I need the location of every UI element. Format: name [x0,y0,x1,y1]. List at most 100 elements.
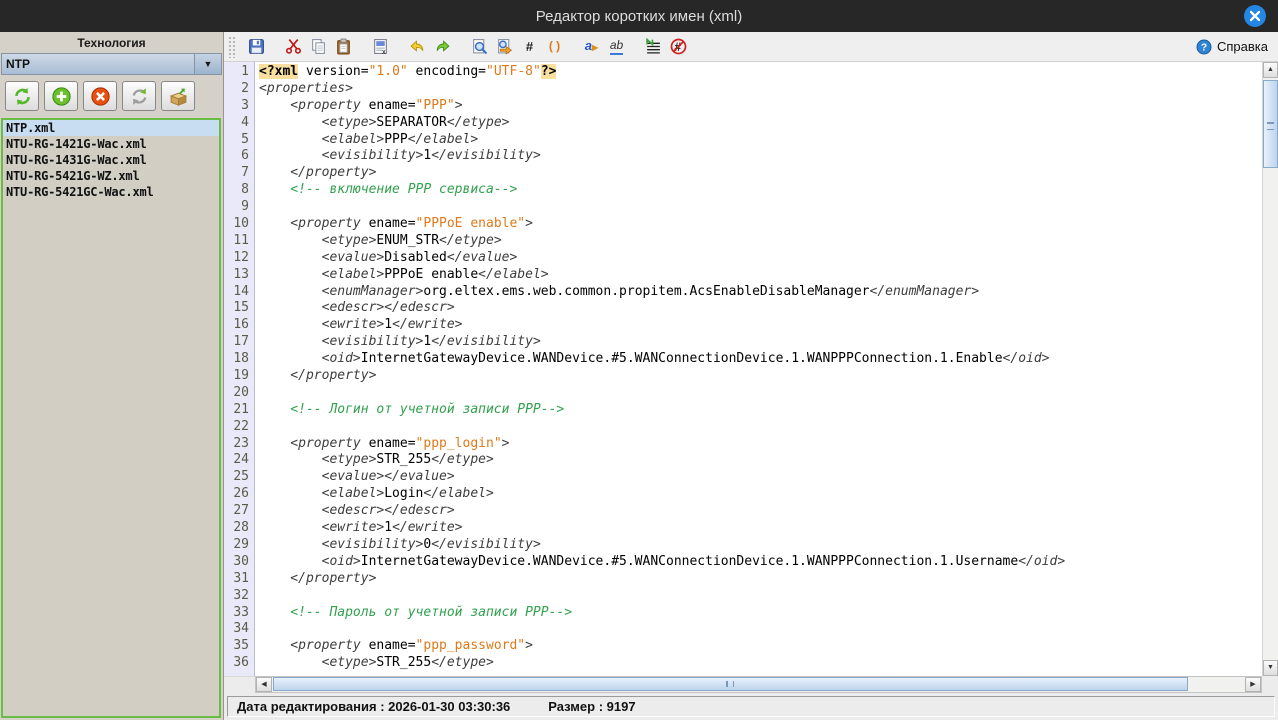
line-number: 22 [224,419,254,436]
line-number: 16 [224,317,254,334]
line-number: 18 [224,351,254,368]
select-all-icon: x [372,38,389,55]
line-number: 31 [224,571,254,588]
code-line: <etype>SEPARATOR</etype> [259,115,1262,132]
no-hash-icon: # [670,38,687,55]
no-hash-button[interactable]: # [667,35,690,59]
redo-button[interactable] [431,35,454,59]
lowercase-button[interactable]: a▶ [580,35,603,59]
titlebar[interactable]: Редактор коротких имен (xml) [0,0,1278,32]
line-number: 24 [224,452,254,469]
horizontal-scroll-track[interactable] [272,677,1245,692]
list-item[interactable]: NTU-RG-5421GC-Wac.xml [3,184,219,200]
save-button[interactable] [245,35,268,59]
line-number: 9 [224,199,254,216]
toolbar-drag-handle[interactable] [228,36,237,58]
list-item[interactable]: NTP.xml [3,120,219,136]
horizontal-scrollbar[interactable]: ◀ ▶ [255,676,1262,693]
line-number: 17 [224,334,254,351]
technology-combobox[interactable]: NTP ▼ [1,53,222,75]
add-button[interactable] [44,81,78,111]
select-all-button[interactable]: x [369,35,392,59]
line-number: 36 [224,655,254,672]
line-number: 34 [224,621,254,638]
list-item[interactable]: NTU-RG-5421G-WZ.xml [3,168,219,184]
line-number: 12 [224,250,254,267]
find-button[interactable] [468,35,491,59]
copy-button[interactable] [307,35,330,59]
code-area[interactable]: <?xml version="1.0" encoding="UTF-8"?><p… [255,62,1262,676]
code-line: <edescr></edescr> [259,503,1262,520]
line-numbers-button[interactable] [642,35,665,59]
code-line: <property ename="PPP"> [259,98,1262,115]
undo-icon [409,38,426,55]
code-line [259,588,1262,605]
code-line: <property ename="PPPoE enable"> [259,216,1262,233]
toolbar-groups: x#( )a▶ab# [245,35,704,59]
parens-button[interactable]: ( ) [543,35,566,59]
toolbar-group: # [642,35,690,59]
scroll-down-icon[interactable]: ▼ [1263,660,1278,676]
replace-ab-button[interactable]: ab [605,35,628,59]
code-line: <!-- Логин от учетной записи PPP--> [259,402,1262,419]
refresh-button[interactable] [5,81,39,111]
toolbar: x#( )a▶ab# ? Справка [224,32,1278,62]
hash-button[interactable]: # [518,35,541,59]
line-number: 35 [224,638,254,655]
status-edit-date: Дата редактирования : 2026-01-30 03:30:3… [237,699,510,714]
list-item[interactable]: NTU-RG-1421G-Wac.xml [3,136,219,152]
sidebar-toolbar [0,75,223,116]
paste-button[interactable] [332,35,355,59]
scroll-up-icon[interactable]: ▲ [1263,62,1278,78]
find-next-button[interactable] [493,35,516,59]
editor-panel: x#( )a▶ab# ? Справка 1234567891011121314… [224,32,1278,720]
paste-icon [335,38,352,55]
scroll-right-icon[interactable]: ▶ [1245,677,1261,692]
file-list[interactable]: NTP.xmlNTU-RG-1421G-Wac.xmlNTU-RG-1431G-… [1,118,221,718]
code-line: <evalue></evalue> [259,469,1262,486]
svg-text:x: x [382,49,386,55]
status-inner: Дата редактирования : 2026-01-30 03:30:3… [227,696,1275,717]
help-button[interactable]: ? Справка [1196,39,1268,55]
vertical-scroll-track[interactable] [1263,78,1278,660]
code-line [259,419,1262,436]
line-number: 1 [224,64,254,81]
undo-button[interactable] [406,35,429,59]
export-button[interactable] [161,81,195,111]
line-number: 6 [224,148,254,165]
delete-button[interactable] [83,81,117,111]
code-line: <ewrite>1</ewrite> [259,520,1262,537]
sidebar: Технология NTP ▼ NTP.xmlNTU-RG-1421G-Wac… [0,32,224,720]
export-icon [168,86,189,107]
sync-button[interactable] [122,81,156,111]
horizontal-scroll-thumb[interactable] [273,677,1188,691]
line-number: 3 [224,98,254,115]
vertical-scrollbar[interactable]: ▲ ▼ [1262,62,1278,676]
code-line: </property> [259,165,1262,182]
add-icon [51,86,72,107]
xml-editor: 1234567891011121314151617181920212223242… [224,62,1278,676]
vertical-scroll-thumb[interactable] [1263,80,1278,168]
statusbar: Дата редактирования : 2026-01-30 03:30:3… [224,693,1278,720]
chevron-down-icon[interactable]: ▼ [194,54,221,74]
line-number: 30 [224,554,254,571]
scroll-left-icon[interactable]: ◀ [256,677,272,692]
code-line: </property> [259,571,1262,588]
line-number: 32 [224,588,254,605]
line-number: 23 [224,436,254,453]
close-button[interactable] [1242,3,1268,29]
line-number: 2 [224,81,254,98]
list-item[interactable]: NTU-RG-1431G-Wac.xml [3,152,219,168]
help-icon: ? [1196,39,1212,55]
cut-button[interactable] [282,35,305,59]
code-line: <!-- включение PPP сервиса--> [259,182,1262,199]
help-label: Справка [1217,39,1268,54]
horizontal-scroll-band: ◀ ▶ [224,676,1278,693]
redo-icon [434,38,451,55]
line-number-gutter: 1234567891011121314151617181920212223242… [224,62,255,676]
status-size: Размер : 9197 [548,699,635,714]
code-line: <properties> [259,81,1262,98]
code-line: <elabel>Login</elabel> [259,486,1262,503]
line-number: 5 [224,132,254,149]
toolbar-group: x [369,35,392,59]
